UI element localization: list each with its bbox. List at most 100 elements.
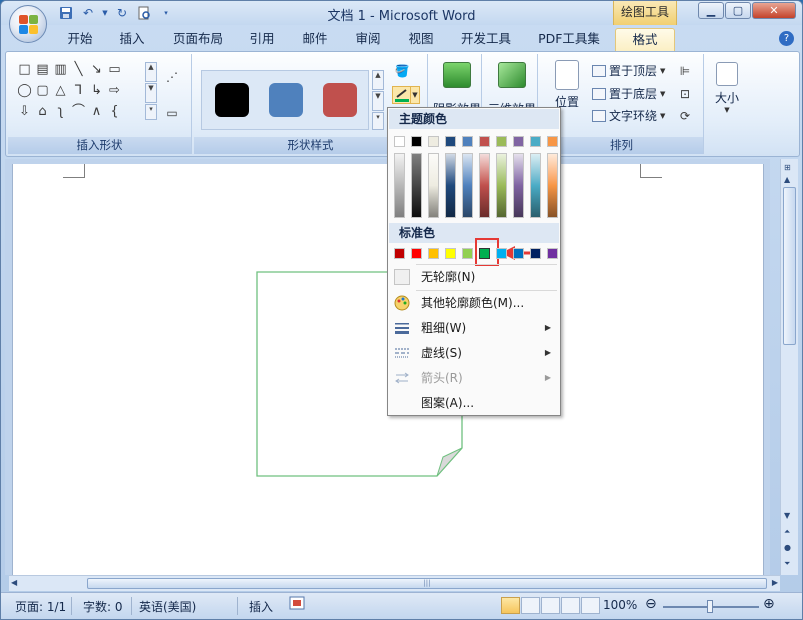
theme-color-swatch[interactable] — [547, 136, 558, 147]
shapes-scroll-up[interactable]: ▲ — [145, 62, 157, 82]
style-swatch-red[interactable] — [323, 83, 357, 117]
theme-color-swatch[interactable] — [479, 136, 490, 147]
tab-developer[interactable]: 开发工具 — [453, 28, 519, 51]
more-outline-colors-item[interactable]: 其他轮廓颜色(M)... — [389, 291, 559, 315]
tab-insert[interactable]: 插入 — [111, 28, 153, 51]
shape-outline-icon[interactable] — [392, 86, 412, 104]
theme-color-swatch[interactable] — [530, 136, 541, 147]
horizontal-scrollbar[interactable]: ◀ ||| ▶ — [9, 575, 780, 591]
zoom-out-icon[interactable]: ⊖ — [645, 596, 657, 612]
right-arrow-shape-icon[interactable]: ⇨ — [106, 81, 123, 101]
rotate-icon[interactable]: ⟳ — [675, 107, 695, 125]
theme-color-tint-column[interactable] — [428, 153, 439, 218]
styles-more-button[interactable]: ▾ — [372, 112, 384, 130]
rect-shape-icon[interactable]: ▭ — [106, 60, 123, 80]
send-to-back-button[interactable]: 置于底层 ▼ — [592, 85, 665, 102]
minimize-button[interactable]: ▁ — [698, 2, 724, 19]
group-objects-icon[interactable]: ⊡ — [675, 85, 695, 103]
theme-color-tint-column[interactable] — [394, 153, 405, 218]
curve-shape-icon[interactable]: ⌒ — [70, 102, 87, 122]
theme-color-swatch[interactable] — [445, 136, 456, 147]
previous-page-icon[interactable]: ⏶ — [784, 527, 790, 537]
theme-color-tint-column[interactable] — [445, 153, 456, 218]
no-outline-item[interactable]: 无轮廓(N) — [389, 265, 559, 289]
align-icon[interactable]: ⊫ — [675, 62, 695, 80]
tab-pdf-tools[interactable]: PDF工具集 — [529, 28, 609, 51]
arc-shape-icon[interactable]: ∧ — [88, 102, 105, 122]
draft-view-icon[interactable] — [581, 597, 600, 614]
text-wrap-button[interactable]: 文字环绕 ▼ — [592, 107, 665, 124]
theme-color-swatch[interactable] — [411, 136, 422, 147]
standard-color-swatch[interactable] — [394, 248, 405, 259]
standard-color-swatch[interactable] — [445, 248, 456, 259]
tab-references[interactable]: 引用 — [241, 28, 283, 51]
scroll-left-arrow[interactable]: ◀ — [11, 578, 17, 587]
macro-record-icon[interactable] — [289, 596, 305, 613]
theme-color-tint-column[interactable] — [479, 153, 490, 218]
outline-pattern-item[interactable]: 图案(A)... — [389, 391, 559, 415]
rounded-rect-shape-icon[interactable]: ▢ — [34, 81, 51, 101]
edit-points-icon[interactable]: ⋰ — [162, 68, 182, 86]
help-icon[interactable]: ? — [779, 31, 794, 46]
oval-shape-icon[interactable]: ◯ — [16, 81, 33, 101]
theme-color-tint-column[interactable] — [530, 153, 541, 218]
vertical-scroll-thumb[interactable] — [783, 187, 796, 345]
standard-color-swatch[interactable] — [428, 248, 439, 259]
styles-scroll-down[interactable]: ▼ — [372, 91, 384, 111]
language-indicator[interactable]: 英语(美国) — [139, 598, 196, 615]
brace-shape-icon[interactable]: { — [106, 102, 123, 122]
next-page-icon[interactable]: ⏷ — [784, 559, 790, 569]
shapes-more-button[interactable]: ▾ — [145, 104, 157, 120]
tab-format[interactable]: 格式 — [615, 28, 675, 51]
zoom-level[interactable]: 100% — [603, 598, 637, 612]
zoom-slider-handle[interactable] — [707, 600, 713, 613]
arrow-line-shape-icon[interactable]: ↘ — [88, 60, 105, 80]
pentagon-shape-icon[interactable]: ⌂ — [34, 102, 51, 122]
theme-color-tint-column[interactable] — [547, 153, 558, 218]
ruler-toggle-icon[interactable]: ⊞ — [784, 163, 791, 172]
outline-dashes-item[interactable]: 虚线(S) ▶ — [389, 341, 559, 365]
style-swatch-black[interactable] — [215, 83, 249, 117]
standard-color-swatch[interactable] — [547, 248, 558, 259]
rectangle-shape-icon[interactable]: □ — [16, 60, 33, 80]
position-button[interactable]: 位置 — [544, 60, 590, 110]
insert-mode[interactable]: 插入 — [249, 598, 273, 615]
outline-weight-item[interactable]: 粗细(W) ▶ — [389, 316, 559, 340]
elbow-connector-icon[interactable]: ⅂ — [70, 81, 87, 101]
theme-color-tint-column[interactable] — [513, 153, 524, 218]
vertical-text-box-icon[interactable]: ▥ — [52, 60, 69, 80]
theme-color-swatch[interactable] — [394, 136, 405, 147]
standard-color-swatch[interactable] — [462, 248, 473, 259]
down-arrow-shape-icon[interactable]: ⇩ — [16, 102, 33, 122]
line-shape-icon[interactable]: ╲ — [70, 60, 87, 80]
zoom-in-icon[interactable]: ⊕ — [763, 596, 775, 612]
standard-color-swatch[interactable] — [496, 248, 507, 259]
theme-color-swatch[interactable] — [462, 136, 473, 147]
style-swatch-blue[interactable] — [269, 83, 303, 117]
theme-color-swatch[interactable] — [428, 136, 439, 147]
shape-outline-dropdown[interactable]: ▼ — [410, 86, 420, 104]
scroll-down-arrow[interactable]: ▼ — [784, 511, 790, 520]
tab-mailings[interactable]: 邮件 — [294, 28, 336, 51]
standard-color-swatch[interactable] — [479, 248, 490, 259]
theme-color-swatch[interactable] — [496, 136, 507, 147]
text-box-shape-icon[interactable]: ▤ — [34, 60, 51, 80]
shape-fill-icon[interactable]: 🪣 — [392, 62, 412, 80]
vertical-scrollbar[interactable]: ⊞ ▲ ▼ ⏶ ● ⏷ — [780, 159, 798, 575]
styles-scroll-up[interactable]: ▲ — [372, 70, 384, 90]
full-screen-reading-icon[interactable] — [521, 597, 540, 614]
triangle-shape-icon[interactable]: △ — [52, 81, 69, 101]
tab-home[interactable]: 开始 — [59, 28, 101, 51]
maximize-button[interactable]: ▢ — [725, 2, 751, 19]
web-layout-icon[interactable] — [541, 597, 560, 614]
office-button[interactable] — [9, 5, 47, 43]
scroll-up-arrow[interactable]: ▲ — [784, 175, 790, 184]
theme-color-tint-column[interactable] — [411, 153, 422, 218]
select-browse-object-icon[interactable]: ● — [784, 543, 791, 552]
size-button[interactable]: 大小 ▼ — [708, 62, 746, 114]
outline-view-icon[interactable] — [561, 597, 580, 614]
tab-page-layout[interactable]: 页面布局 — [163, 28, 233, 51]
scroll-right-arrow[interactable]: ▶ — [772, 578, 778, 587]
shapes-scroll-down[interactable]: ▼ — [145, 83, 157, 103]
print-layout-view-icon[interactable] — [501, 597, 520, 614]
